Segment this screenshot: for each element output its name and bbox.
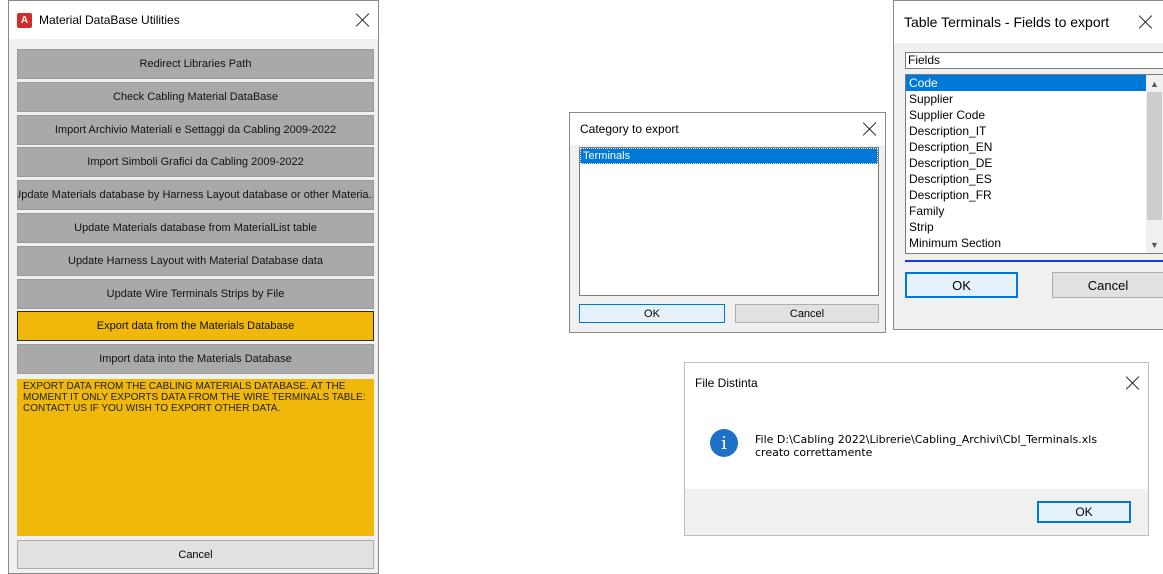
utility-button-9[interactable]: Import data into the Materials Database xyxy=(17,344,374,375)
file-titlebar: File Distinta xyxy=(685,363,1148,403)
chevron-up-icon[interactable]: ▲ xyxy=(1146,75,1163,92)
file-message: File D:\Cabling 2022\Librerie\Cabling_Ar… xyxy=(755,433,1097,459)
utility-button-3[interactable]: Import Simboli Grafici da Cabling 2009-2… xyxy=(17,147,374,178)
close-icon[interactable] xyxy=(1139,15,1153,29)
category-dialog-title: Category to export xyxy=(580,122,679,136)
fields-items: Code Supplier Supplier Code Description_IT D… xyxy=(906,75,1147,251)
file-message-area: i File D:\Cabling 2022\Librerie\Cabling_… xyxy=(685,403,1148,489)
file-message-line1: File D:\Cabling 2022\Librerie\Cabling_Ar… xyxy=(755,433,1098,446)
fields-input[interactable]: Fields xyxy=(905,52,1163,69)
category-ok-button[interactable]: OK xyxy=(579,304,725,323)
utility-button-4[interactable]: Update Materials database by Harness Lay… xyxy=(17,180,374,211)
separator-line xyxy=(905,260,1163,262)
category-to-export-dialog: Category to export Terminals OK Cancel xyxy=(569,112,886,333)
fields-listbox[interactable]: Code Supplier Supplier Code Description_IT D… xyxy=(905,74,1163,254)
app-logo-icon: A xyxy=(17,12,32,28)
utility-button-list: Redirect Libraries Path Check Cabling Mat… xyxy=(17,49,374,377)
field-item[interactable]: Supplier Code xyxy=(906,107,1147,123)
category-cancel-button[interactable]: Cancel xyxy=(735,304,879,323)
file-message-line2: creato correttamente xyxy=(755,446,873,459)
close-icon[interactable] xyxy=(1126,376,1140,390)
category-titlebar: Category to export xyxy=(570,113,885,145)
utility-button-2[interactable]: Import Archivio Materiali e Settaggi da … xyxy=(17,114,374,145)
file-distinta-dialog: File Distinta i File D:\Cabling 2022\Lib… xyxy=(684,362,1149,536)
main-cancel-button[interactable]: Cancel xyxy=(17,540,374,569)
field-item[interactable]: Strip xyxy=(906,219,1147,235)
main-titlebar: A Material DataBase Utilities xyxy=(9,1,378,39)
fields-dialog-title: Table Terminals - Fields to export xyxy=(904,14,1110,30)
fields-scrollbar[interactable]: ▲ ▼ xyxy=(1146,75,1163,253)
field-item[interactable]: Description_EN xyxy=(906,139,1147,155)
field-item[interactable]: Minimum Section xyxy=(906,235,1147,251)
utility-button-1[interactable]: Check Cabling Material DataBase xyxy=(17,81,374,112)
field-item[interactable]: Description_ES xyxy=(906,171,1147,187)
field-item[interactable]: Description_DE xyxy=(906,155,1147,171)
fields-titlebar: Table Terminals - Fields to export xyxy=(894,1,1163,43)
scrollbar-thumb[interactable] xyxy=(1147,92,1162,220)
field-item[interactable]: Supplier xyxy=(906,91,1147,107)
utility-button-6[interactable]: Update Harness Layout with Material Data… xyxy=(17,245,374,276)
utility-button-7[interactable]: Update Wire Terminals Strips by File xyxy=(17,278,374,309)
material-database-utilities-window: A Material DataBase Utilities Redirect L… xyxy=(8,0,379,574)
file-dialog-title: File Distinta xyxy=(695,376,758,390)
chevron-down-icon[interactable]: ▼ xyxy=(1146,236,1163,253)
info-description-box: EXPORT DATA FROM THE CABLING MATERIALS D… xyxy=(17,379,374,536)
close-icon[interactable] xyxy=(863,122,877,136)
fields-ok-button[interactable]: OK xyxy=(905,272,1018,298)
category-item[interactable]: Terminals xyxy=(580,148,878,164)
fields-to-export-dialog: Table Terminals - Fields to export Field… xyxy=(893,0,1163,330)
file-ok-button[interactable]: OK xyxy=(1037,501,1131,523)
field-item[interactable]: Description_IT xyxy=(906,123,1147,139)
utility-button-8[interactable]: Export data from the Materials Database xyxy=(17,311,374,342)
fields-cancel-button[interactable]: Cancel xyxy=(1052,272,1163,298)
utility-button-5[interactable]: Update Materials database from MaterialL… xyxy=(17,212,374,243)
close-icon[interactable] xyxy=(356,13,370,27)
field-item[interactable]: Description_FR xyxy=(906,187,1147,203)
info-icon: i xyxy=(710,429,738,457)
utility-button-0[interactable]: Redirect Libraries Path xyxy=(17,49,374,79)
field-item[interactable]: Code xyxy=(906,75,1147,91)
field-item[interactable]: Family xyxy=(906,203,1147,219)
category-listbox[interactable]: Terminals xyxy=(579,147,879,296)
main-window-title: Material DataBase Utilities xyxy=(39,13,180,27)
